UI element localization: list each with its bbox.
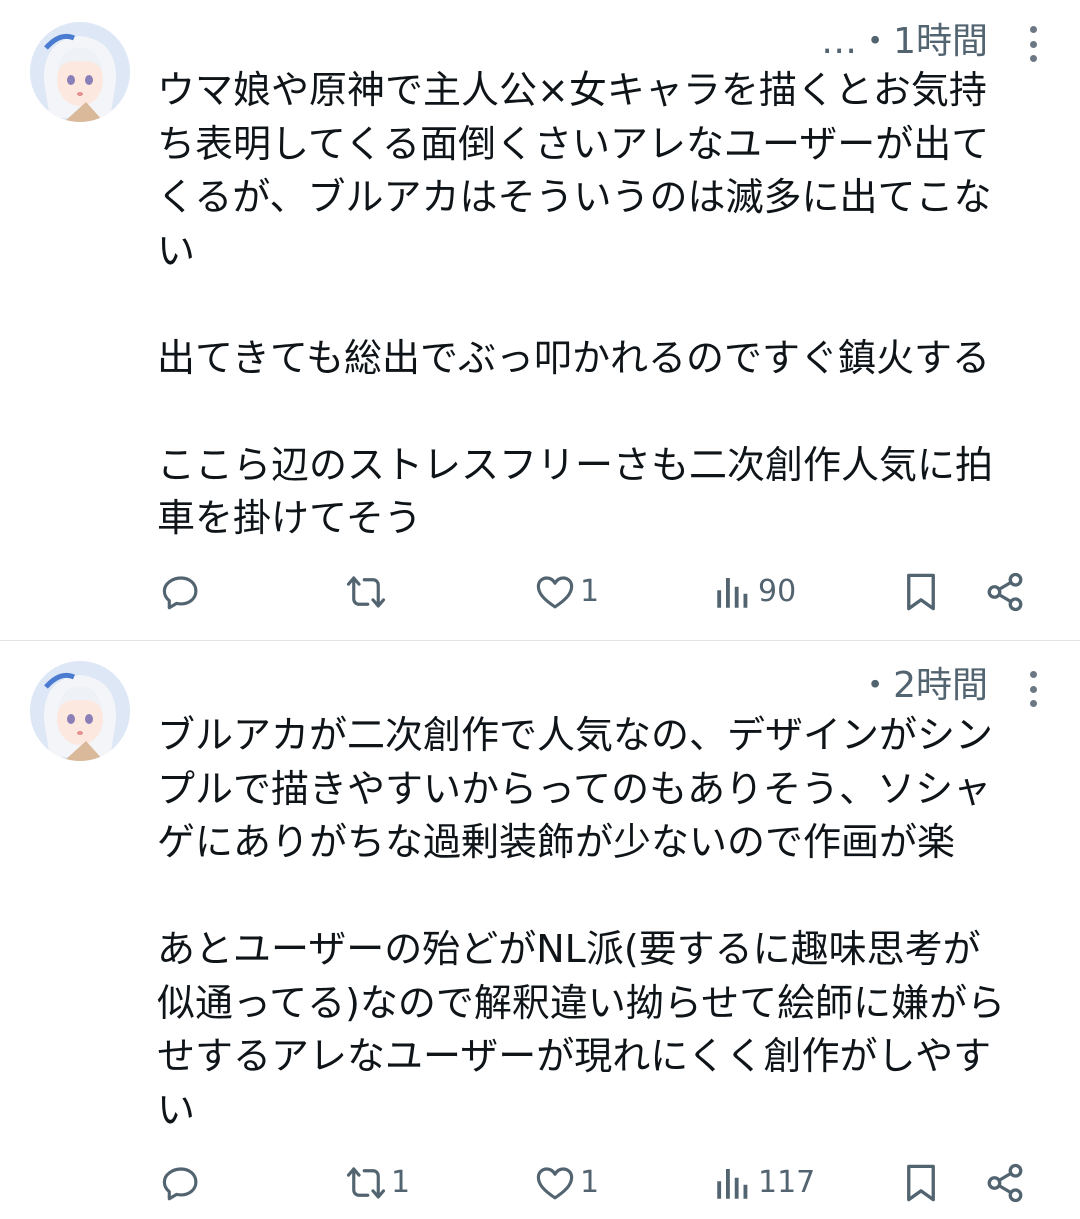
share-button[interactable] (984, 1158, 1026, 1208)
more-icon[interactable] (1028, 671, 1038, 707)
like-button[interactable]: 1 (534, 567, 599, 617)
bookmark-button[interactable] (900, 1158, 942, 1208)
more-icon[interactable] (1028, 26, 1038, 62)
views-button[interactable]: 90 (712, 567, 796, 617)
action-bar: 1 1 117 (0, 1158, 1080, 1208)
share-button[interactable] (984, 567, 1026, 617)
post-meta: ・2時間 (857, 665, 988, 706)
views-button[interactable]: 117 (712, 1158, 815, 1208)
avatar-image (30, 22, 130, 122)
views-count: 117 (758, 1165, 816, 1200)
like-button[interactable]: 1 (534, 1158, 599, 1208)
repost-count: 1 (391, 1165, 411, 1200)
repost-icon (346, 1167, 386, 1199)
reply-button[interactable] (160, 1158, 206, 1208)
reply-icon (162, 576, 198, 610)
repost-button[interactable] (345, 567, 391, 617)
post[interactable]: ・2時間 ブルアカが二次創作で人気なの、デザインがシン プルで描きやすいからって… (0, 640, 1080, 1219)
repost-button[interactable]: 1 (345, 1158, 410, 1208)
action-bar: 1 90 (0, 567, 1080, 617)
bookmark-icon (907, 573, 935, 611)
share-icon (987, 1163, 1023, 1203)
reply-icon (162, 1167, 198, 1201)
heart-icon (536, 576, 574, 609)
repost-icon (346, 576, 386, 608)
views-icon (717, 1169, 748, 1199)
avatar[interactable] (30, 661, 130, 761)
post-text: ウマ娘や原神で主人公×女キャラを描くとお気持 ち表明してくる面倒くさいアレなユー… (157, 68, 994, 540)
post-meta: …・1時間 (821, 21, 988, 62)
post-text: ブルアカが二次創作で人気なの、デザインがシン プルで描きやすいからってのもありそ… (157, 713, 1006, 1132)
reply-button[interactable] (160, 567, 206, 617)
like-count: 1 (580, 574, 600, 609)
bookmark-button[interactable] (900, 567, 942, 617)
bookmark-icon (907, 1164, 935, 1202)
views-icon (717, 578, 748, 608)
like-count: 1 (580, 1165, 600, 1200)
heart-icon (536, 1167, 574, 1200)
post[interactable]: …・1時間 ウマ娘や原神で主人公×女キャラを描くとお気持 ち表明してくる面倒くさ… (0, 0, 1080, 640)
avatar[interactable] (30, 22, 130, 122)
views-count: 90 (758, 574, 797, 609)
share-icon (987, 572, 1023, 612)
avatar-image (30, 661, 130, 761)
